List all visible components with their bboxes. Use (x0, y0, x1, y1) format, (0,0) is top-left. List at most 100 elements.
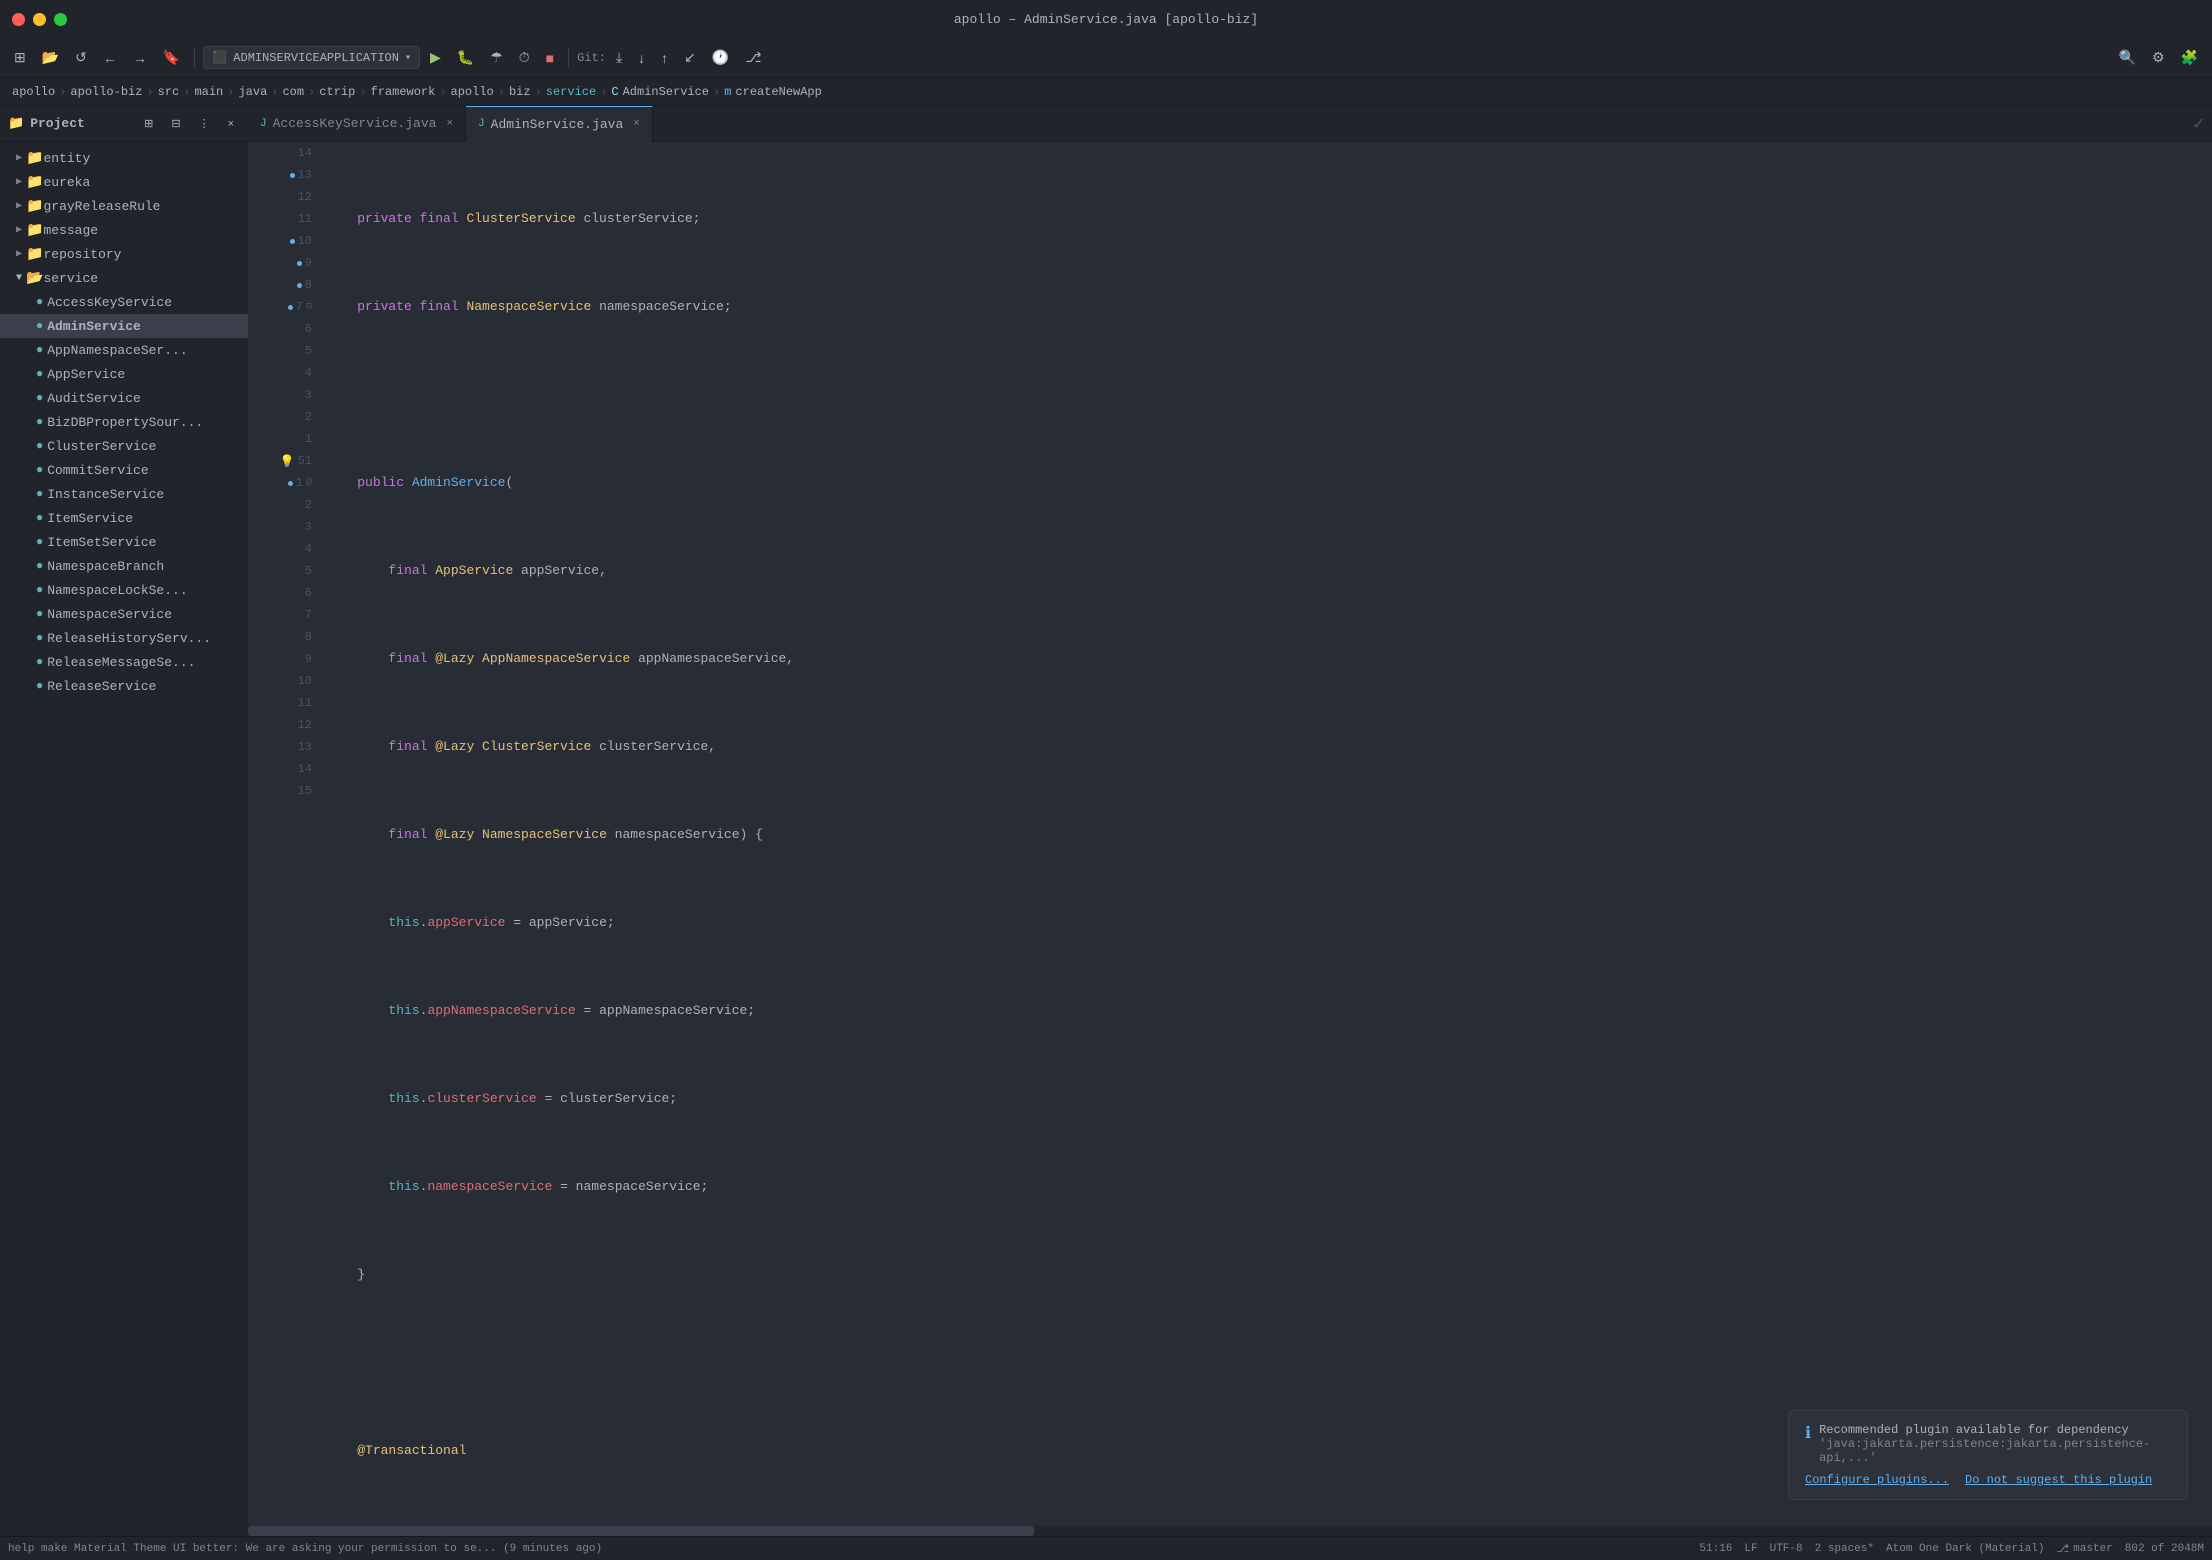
breadcrumb-apollo[interactable]: apollo (12, 85, 55, 99)
horizontal-scrollbar[interactable] (248, 1526, 2212, 1536)
sidebar-item-itemservice[interactable]: ● ItemService (0, 506, 248, 530)
sidebar-item-bizdbpropertysour[interactable]: ● BizDBPropertySour... (0, 410, 248, 434)
gutter-line-14b: 14 (248, 758, 318, 780)
breadcrumb-apollo-biz[interactable]: apollo-biz (70, 85, 142, 99)
lightbulb-icon[interactable]: 💡 (280, 454, 295, 469)
sidebar-expand-button[interactable]: ⊞ (138, 113, 159, 134)
run-button[interactable]: ▶ (424, 45, 447, 70)
status-lines[interactable]: 802 of 2048M (2125, 1543, 2204, 1555)
sidebar-item-appservice[interactable]: ● AppService (0, 362, 248, 386)
close-button[interactable] (12, 13, 25, 26)
minimize-button[interactable] (33, 13, 46, 26)
sidebar-item-namespacelockse[interactable]: ● NamespaceLockSe... (0, 578, 248, 602)
checkmark-icon[interactable]: ✓ (2193, 113, 2204, 135)
sidebar-item-appnamespaceser[interactable]: ● AppNamespaceSer... (0, 338, 248, 362)
breadcrumb-adminservice[interactable]: AdminService (623, 85, 709, 99)
arrow-icon: ▶ (16, 224, 22, 236)
git-fetch-button[interactable]: ⤓ (610, 45, 628, 70)
sidebar-item-namespacebranch[interactable]: ● NamespaceBranch (0, 554, 248, 578)
encoding-text: LF (1744, 1543, 1757, 1555)
breadcrumb-java[interactable]: java (238, 85, 267, 99)
git-dot-blue (288, 305, 293, 310)
status-indent[interactable]: 2 spaces* (1815, 1543, 1874, 1555)
profile-button[interactable]: ⏱ (513, 45, 536, 70)
settings-button[interactable]: ⚙ (2146, 45, 2171, 70)
sidebar-item-repository[interactable]: ▶ 📁 repository (0, 242, 248, 266)
git-pull-button[interactable]: ↓ (632, 46, 651, 70)
debug-button[interactable]: 🐛 (451, 45, 480, 70)
status-theme[interactable]: Atom One Dark (Material) (1886, 1543, 2044, 1555)
tab-close-icon[interactable]: × (446, 118, 453, 130)
sidebar-item-adminservice[interactable]: ● AdminService (0, 314, 248, 338)
gutter-line-4b: 4 (248, 538, 318, 560)
sidebar-item-eureka[interactable]: ▶ 📁 eureka (0, 170, 248, 194)
sidebar-item-message[interactable]: ▶ 📁 message (0, 218, 248, 242)
sync-button[interactable]: ↺ (69, 45, 93, 70)
breadcrumb-src[interactable]: src (158, 85, 180, 99)
bookmark-button[interactable]: 🔖 (157, 45, 186, 70)
maximize-button[interactable] (54, 13, 67, 26)
breadcrumb-ctrip[interactable]: ctrip (319, 85, 355, 99)
sidebar-item-service[interactable]: ▼ 📂 service (0, 266, 248, 290)
coverage-button[interactable]: ☂ (484, 45, 509, 70)
breadcrumb-main[interactable]: main (194, 85, 223, 99)
git-history-button[interactable]: 🕐 (706, 45, 735, 70)
gutter-line-5b: 5 (248, 560, 318, 582)
status-branch[interactable]: ⎇ master (2056, 1542, 2112, 1556)
git-dot-blue (290, 173, 295, 178)
sidebar-item-entity[interactable]: ▶ 📁 entity (0, 146, 248, 170)
sidebar-item-accesskeyservice[interactable]: ● AccessKeyService (0, 290, 248, 314)
sidebar-item-label: message (43, 223, 98, 238)
sidebar-item-itemsetservice[interactable]: ● ItemSetService (0, 530, 248, 554)
breadcrumb-apollo2[interactable]: apollo (451, 85, 494, 99)
scrollbar-thumb[interactable] (248, 1526, 1034, 1536)
back-button[interactable]: ← (97, 46, 123, 70)
breadcrumb-createnewapp[interactable]: createNewApp (735, 85, 821, 99)
breadcrumb-framework[interactable]: framework (371, 85, 436, 99)
breadcrumb-service[interactable]: service (546, 85, 596, 99)
plugins-button[interactable]: 🧩 (2175, 45, 2204, 70)
sidebar-item-grayreleaerule[interactable]: ▶ 📁 grayReleaseRule (0, 194, 248, 218)
status-position[interactable]: 51:16 (1699, 1543, 1732, 1555)
sidebar-close-button[interactable]: × (222, 114, 240, 134)
search-button[interactable]: 🔍 (2113, 45, 2142, 70)
fold-icon[interactable]: ⊟ (306, 301, 312, 313)
sidebar-item-auditservice[interactable]: ● AuditService (0, 386, 248, 410)
tab-close-icon[interactable]: × (633, 118, 640, 130)
breadcrumb-com[interactable]: com (282, 85, 304, 99)
sidebar-item-instanceservice[interactable]: ● InstanceService (0, 482, 248, 506)
sidebar-collapse-button[interactable]: ⊟ (165, 113, 186, 134)
sidebar-item-releaseservice[interactable]: ● ReleaseService (0, 674, 248, 698)
configure-plugins-link[interactable]: Configure plugins... (1805, 1473, 1949, 1487)
line-gutter: 14 13 12 11 10 (248, 142, 318, 1526)
sidebar-item-releasehistoryserv[interactable]: ● ReleaseHistoryServ... (0, 626, 248, 650)
sidebar-item-label: AdminService (47, 319, 141, 334)
sidebar-item-namespaceservice[interactable]: ● NamespaceService (0, 602, 248, 626)
git-branches-button[interactable]: ⎇ (739, 45, 767, 70)
sidebar-item-commitservice[interactable]: ● CommitService (0, 458, 248, 482)
project-view-button[interactable]: ⊞ (8, 45, 32, 70)
notification-sub-text: 'java:jakarta.persistence:jakarta.persis… (1819, 1437, 2171, 1465)
breadcrumb-biz[interactable]: biz (509, 85, 531, 99)
notification-actions: Configure plugins... Do not suggest this… (1805, 1473, 2171, 1487)
branch-text: master (2073, 1543, 2113, 1555)
sidebar-settings-button[interactable]: ⋮ (193, 113, 216, 134)
git-push-button[interactable]: ↑ (655, 46, 674, 70)
tab-accesskeyservice[interactable]: J AccessKeyService.java × (248, 106, 466, 142)
stop-button[interactable]: ■ (540, 46, 560, 70)
git-revert-button[interactable]: ↙ (678, 45, 702, 70)
status-encoding[interactable]: LF (1744, 1543, 1757, 1555)
gutter-line-51: 💡 51 (248, 450, 318, 472)
editor-content[interactable]: 14 13 12 11 10 (248, 142, 2212, 1526)
run-config-dropdown[interactable]: ⬛ ADMINSERVICEAPPLICATION ▾ (203, 46, 420, 69)
do-not-suggest-link[interactable]: Do not suggest this plugin (1965, 1473, 2152, 1487)
status-help-text: help make Material Theme UI better: We a… (8, 1543, 602, 1555)
code-content[interactable]: private final ClusterService clusterServ… (318, 142, 2212, 1526)
forward-button[interactable]: → (127, 46, 153, 70)
status-charset[interactable]: UTF-8 (1770, 1543, 1803, 1555)
tab-adminservice[interactable]: J AdminService.java × (466, 106, 653, 142)
sidebar-item-clusterservice[interactable]: ● ClusterService (0, 434, 248, 458)
sidebar-item-releasemessagese[interactable]: ● ReleaseMessageSe... (0, 650, 248, 674)
open-button[interactable]: 📂 (36, 45, 65, 70)
at-icon: @ (306, 478, 312, 489)
